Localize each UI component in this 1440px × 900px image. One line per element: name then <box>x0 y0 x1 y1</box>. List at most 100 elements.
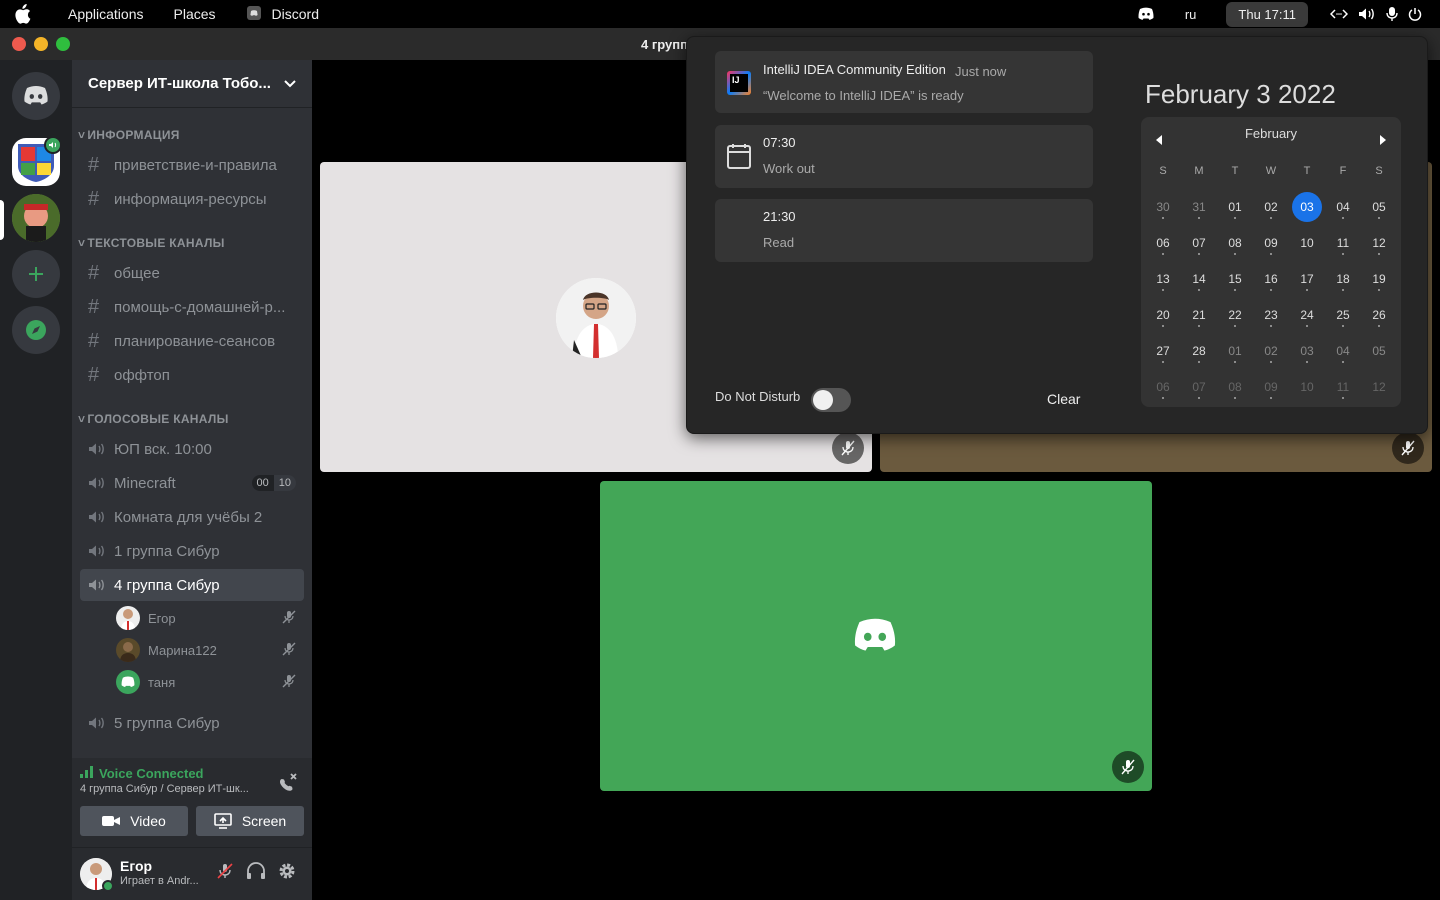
server-other[interactable] <box>12 194 60 242</box>
calendar-day[interactable]: 12 <box>1361 225 1397 261</box>
voice-channel-study-room[interactable]: Комната для учёбы 2 <box>80 501 304 533</box>
disconnect-button[interactable] <box>278 772 298 797</box>
calendar-day[interactable]: 14 <box>1181 261 1217 297</box>
calendar-day[interactable]: 25 <box>1325 297 1361 333</box>
voice-connected-channel[interactable]: 4 группа Сибур / Сервер ИТ-шк... <box>80 783 249 795</box>
maximize-window-button[interactable] <box>56 37 70 51</box>
category-info[interactable]: ˅ ИНФОРМАЦИЯ <box>78 128 180 142</box>
calendar-day[interactable]: 03 <box>1289 333 1325 369</box>
calendar-day[interactable]: 08 <box>1217 369 1253 405</box>
category-voice[interactable]: ˅ ГОЛОСОВЫЕ КАНАЛЫ <box>78 412 229 426</box>
minimize-window-button[interactable] <box>34 37 48 51</box>
server-it-school[interactable] <box>12 136 62 186</box>
server-header[interactable]: Сервер ИТ-школа Тобо... <box>72 60 312 108</box>
deafen-button[interactable] <box>246 862 266 880</box>
calendar-day[interactable]: 22 <box>1217 297 1253 333</box>
calendar-day[interactable]: 09 <box>1253 225 1289 261</box>
calendar-day[interactable]: 10 <box>1289 225 1325 261</box>
channel-info-resources[interactable]: # информация-ресурсы <box>80 183 304 215</box>
calendar-day[interactable]: 01 <box>1217 333 1253 369</box>
calendar-day[interactable]: 11 <box>1325 225 1361 261</box>
channel-session-planning[interactable]: # планирование-сеансов <box>80 325 304 357</box>
channel-welcome-rules[interactable]: # приветствие-и-правила <box>80 149 304 181</box>
voice-channel-minecraft[interactable]: Minecraft 00 10 <box>80 467 304 499</box>
calendar-day[interactable]: 19 <box>1361 261 1397 297</box>
do-not-disturb-toggle[interactable] <box>811 388 851 412</box>
calendar-day[interactable]: 08 <box>1217 225 1253 261</box>
voice-channel-yup[interactable]: ЮП вск. 10:00 <box>80 433 304 465</box>
event-read[interactable]: 21:30 Read <box>715 199 1093 262</box>
active-app-menu[interactable]: Discord <box>246 5 319 24</box>
microphone-icon[interactable] <box>1386 6 1398 22</box>
calendar-day[interactable]: 07 <box>1181 369 1217 405</box>
calendar-day[interactable]: 02 <box>1253 333 1289 369</box>
calendar-day[interactable]: 05 <box>1361 189 1397 225</box>
server-avatar-icon <box>12 194 60 242</box>
calendar-day[interactable]: 26 <box>1361 297 1397 333</box>
channel-offtopic[interactable]: # оффтоп <box>80 359 304 391</box>
calendar-day[interactable]: 24 <box>1289 297 1325 333</box>
clock-button[interactable]: Thu 17:11 <box>1226 1 1308 27</box>
calendar-day[interactable]: 21 <box>1181 297 1217 333</box>
calendar-day[interactable]: 02 <box>1253 189 1289 225</box>
voice-channel-group-4[interactable]: 4 группа Сибур <box>80 569 304 601</box>
calendar-day[interactable]: 04 <box>1325 189 1361 225</box>
calendar-day[interactable]: 13 <box>1145 261 1181 297</box>
explore-servers-button[interactable] <box>12 306 60 354</box>
calendar-day[interactable]: 07 <box>1181 225 1217 261</box>
next-month-button[interactable] <box>1379 132 1387 150</box>
calendar-day[interactable]: 05 <box>1361 333 1397 369</box>
calendar-day[interactable]: 28 <box>1181 333 1217 369</box>
video-tile-tanya[interactable] <box>600 481 1152 791</box>
voice-user-marina[interactable]: Марина122 <box>116 636 304 664</box>
power-icon[interactable] <box>1408 7 1422 21</box>
user-activity-status: Играет в Andr... <box>120 875 199 887</box>
calendar-day[interactable]: 15 <box>1217 261 1253 297</box>
network-icon[interactable] <box>1330 8 1348 20</box>
voice-user-egor[interactable]: Егор <box>116 604 304 632</box>
user-avatar[interactable] <box>80 858 114 892</box>
calendar-day[interactable]: 16 <box>1253 261 1289 297</box>
home-button[interactable] <box>12 72 60 120</box>
calendar-day[interactable]: 12 <box>1361 369 1397 405</box>
menu-places[interactable]: Places <box>174 6 216 22</box>
user-settings-button[interactable] <box>278 862 296 880</box>
close-window-button[interactable] <box>12 37 26 51</box>
discord-tray-icon[interactable] <box>1137 7 1155 21</box>
event-workout[interactable]: 07:30 Work out <box>715 125 1093 188</box>
channel-general[interactable]: # общее <box>80 257 304 289</box>
calendar-day[interactable]: 01 <box>1217 189 1253 225</box>
calendar-day[interactable]: 11 <box>1325 369 1361 405</box>
category-text[interactable]: ˅ ТЕКСТОВЫЕ КАНАЛЫ <box>78 236 225 250</box>
screen-share-button[interactable]: Screen <box>196 806 304 836</box>
muted-mic-icon <box>1401 440 1415 456</box>
calendar-day[interactable]: 31 <box>1181 189 1217 225</box>
menu-applications[interactable]: Applications <box>68 6 144 22</box>
clear-notifications-button[interactable]: Clear <box>1047 391 1080 407</box>
video-button[interactable]: Video <box>80 806 188 836</box>
voice-channel-group-5[interactable]: 5 группа Сибур <box>80 707 304 739</box>
mute-mic-button[interactable] <box>216 862 234 880</box>
calendar-day[interactable]: 27 <box>1145 333 1181 369</box>
calendar-day[interactable]: 20 <box>1145 297 1181 333</box>
voice-user-tanya[interactable]: таня <box>116 668 304 696</box>
calendar-day[interactable]: 03 <box>1289 189 1325 225</box>
server-name: Сервер ИТ-школа Тобо... <box>88 75 271 92</box>
apple-menu-icon[interactable] <box>13 4 37 24</box>
calendar-day[interactable]: 09 <box>1253 369 1289 405</box>
volume-icon[interactable] <box>1358 7 1376 21</box>
add-server-button[interactable] <box>12 250 60 298</box>
keyboard-layout-indicator[interactable]: ru <box>1185 7 1197 22</box>
calendar-day[interactable]: 06 <box>1145 225 1181 261</box>
calendar-day[interactable]: 04 <box>1325 333 1361 369</box>
calendar-day[interactable]: 10 <box>1289 369 1325 405</box>
calendar-day[interactable]: 18 <box>1325 261 1361 297</box>
notification-intellij[interactable]: IJ IntelliJ IDEA Community Edition Just … <box>715 51 1093 113</box>
channel-homework-help[interactable]: # помощь-с-домашней-р... <box>80 291 304 323</box>
voice-channel-group-1[interactable]: 1 группа Сибур <box>80 535 304 567</box>
calendar-day[interactable]: 17 <box>1289 261 1325 297</box>
calendar-day[interactable]: 30 <box>1145 189 1181 225</box>
voice-connected-status[interactable]: Voice Connected <box>80 766 204 781</box>
calendar-day[interactable]: 06 <box>1145 369 1181 405</box>
calendar-day[interactable]: 23 <box>1253 297 1289 333</box>
